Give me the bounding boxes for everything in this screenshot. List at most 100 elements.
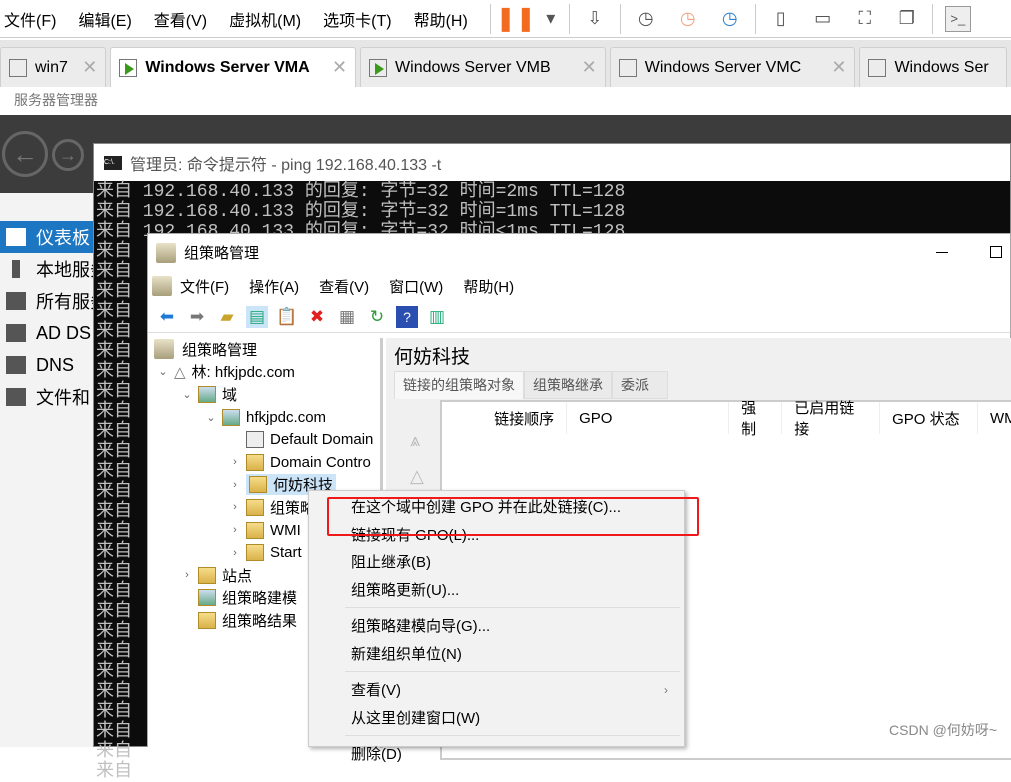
column-enforced[interactable]: 强制 (729, 400, 783, 438)
maximize-button[interactable] (990, 246, 1002, 258)
minimize-button[interactable] (936, 252, 948, 253)
tree-label: hfkjpdc.com (246, 408, 327, 426)
forward-icon[interactable]: → (52, 139, 84, 171)
back-icon[interactable]: ← (2, 131, 48, 177)
up-folder-icon[interactable]: ▰ (216, 306, 238, 328)
back-arrow-icon[interactable]: ⬅ (156, 306, 178, 328)
expanded-chevron-icon[interactable]: ⌄ (204, 411, 218, 424)
pause-icon[interactable]: ❚❚ (496, 5, 536, 32)
menu-edit[interactable]: 编辑(E) (78, 7, 131, 31)
menu-help[interactable]: 帮助(H) (414, 7, 468, 31)
menu-vm[interactable]: 虚拟机(M) (229, 7, 301, 31)
clipboard-icon[interactable]: 📋 (276, 306, 298, 328)
divider (489, 3, 491, 34)
collapsed-chevron-icon[interactable]: › (228, 501, 242, 513)
delete-icon[interactable]: ✖ (306, 306, 328, 328)
close-icon[interactable]: ✕ (332, 57, 347, 78)
close-icon[interactable]: ✕ (582, 57, 597, 78)
tree-label: Start (270, 544, 302, 562)
menu-item-block-inheritance[interactable]: 阻止继承(B) (309, 548, 684, 576)
sidebar-item-file-services[interactable]: 文件和 (0, 381, 93, 413)
tree-node-domain[interactable]: ⌄ hfkjpdc.com (148, 406, 380, 429)
tab-windows-server-vmc[interactable]: Windows Server VMC ✕ (609, 47, 856, 87)
gpm-menu-icon (152, 276, 172, 296)
send-keys-icon[interactable]: ⇩ (582, 6, 608, 32)
show-hide-tree-icon[interactable]: ▤ (246, 305, 268, 328)
sidebar-item-dns[interactable]: DNS (0, 349, 93, 381)
move-top-icon[interactable]: ⩓ (410, 430, 420, 451)
properties-icon[interactable]: ▦ (336, 306, 358, 328)
menu-item-new-window[interactable]: 从这里创建窗口(W) (309, 704, 684, 732)
unity-icon[interactable]: ❐ (894, 6, 920, 32)
details-tabs: 链接的组策略对象 组策略继承 委派 (394, 371, 1011, 399)
action-pane-icon[interactable]: ▥ (426, 306, 448, 328)
column-link-enabled[interactable]: 已启用链接 (782, 400, 881, 438)
column-link-order[interactable]: 链接顺序 (442, 402, 568, 434)
column-gpo-status[interactable]: GPO 状态 (880, 402, 978, 434)
gpm-menu-help[interactable]: 帮助(H) (463, 276, 514, 297)
sidebar-item-all-servers[interactable]: 所有服务 (0, 285, 93, 317)
refresh-icon[interactable]: ↻ (366, 306, 388, 328)
expanded-chevron-icon[interactable]: ⌄ (156, 365, 170, 378)
menu-item-modeling-wizard[interactable]: 组策略建模向导(G)... (309, 612, 684, 640)
menu-item-new-ou[interactable]: 新建组织单位(N) (309, 640, 684, 668)
domains-icon (198, 385, 216, 403)
sidebar-view-icon[interactable]: ▯ (768, 6, 794, 32)
gpm-menu-window[interactable]: 窗口(W) (389, 276, 443, 297)
gpm-menu-view[interactable]: 查看(V) (319, 276, 369, 297)
snapshot-icon[interactable]: ◷ (633, 6, 659, 32)
sidebar-item-adds[interactable]: AD DS (0, 317, 93, 349)
gpm-menu-file[interactable]: 文件(F) (180, 276, 229, 297)
gpm-toolbar: ⬅ ➡ ▰ ▤ 📋 ✖ ▦ ↻ ? ▥ (148, 301, 1010, 333)
snapshot-manager-icon[interactable]: ◷ (717, 6, 743, 32)
collapsed-chevron-icon[interactable]: › (228, 479, 242, 491)
thumbnail-view-icon[interactable]: ▭ (810, 6, 836, 32)
tab-windows-server[interactable]: Windows Ser (859, 47, 1007, 87)
tree-node-forest[interactable]: ⌄ △ 林: hfkjpdc.com (148, 361, 380, 384)
tab-label: Windows Server VMC (644, 58, 802, 76)
console-icon[interactable]: >_ (944, 5, 971, 32)
menu-item-view[interactable]: 查看(V) › (309, 676, 684, 704)
expanded-chevron-icon[interactable]: ⌄ (180, 388, 194, 401)
menu-tabs[interactable]: 选项卡(T) (323, 7, 391, 31)
tab-delegation[interactable]: 委派 (612, 371, 668, 399)
tab-linked-gpos[interactable]: 链接的组策略对象 (394, 371, 524, 399)
starter-gpo-icon (246, 544, 264, 562)
tab-win7[interactable]: win7 ✕ (0, 47, 107, 87)
sidebar-item-dashboard[interactable]: 仪表板 (0, 221, 93, 253)
dropdown-icon[interactable]: ▾ (545, 6, 557, 32)
menu-view[interactable]: 查看(V) (154, 7, 207, 31)
collapsed-chevron-icon[interactable]: › (228, 524, 242, 536)
tab-windows-server-vma[interactable]: Windows Server VMA ✕ (110, 47, 357, 87)
move-up-icon[interactable]: △ (410, 466, 424, 487)
forward-arrow-icon[interactable]: ➡ (186, 306, 208, 328)
collapsed-chevron-icon[interactable]: › (228, 456, 242, 468)
tree-node-root[interactable]: 组策略管理 (148, 338, 380, 361)
tree-node-default-domain-policy[interactable]: Default Domain (148, 428, 380, 451)
sidebar-item-local-server[interactable]: 本地服务 (0, 253, 93, 285)
cmd-title-bar: C:\. 管理员: 命令提示符 - ping 192.168.40.133 -t (94, 144, 1010, 181)
close-icon[interactable]: ✕ (831, 57, 846, 78)
help-icon[interactable]: ? (396, 305, 418, 328)
revert-snapshot-icon[interactable]: ◷ (675, 6, 701, 32)
modeling-icon (198, 589, 216, 607)
fullscreen-icon[interactable]: ⛶ (852, 6, 878, 32)
submenu-chevron-icon: › (664, 682, 668, 697)
column-wmi[interactable]: WM (978, 402, 1011, 434)
sidebar-label: DNS (36, 354, 75, 375)
menu-file[interactable]: 文件(F) (4, 7, 56, 31)
close-icon[interactable]: ✕ (82, 57, 97, 78)
tree-node-domain-controllers[interactable]: › Domain Contro (148, 451, 380, 474)
column-gpo[interactable]: GPO (567, 402, 730, 434)
menu-item-delete[interactable]: 删除(D) (309, 740, 684, 768)
tree-node-domains[interactable]: ⌄ 域 (148, 383, 380, 406)
gpm-menu-action[interactable]: 操作(A) (249, 276, 299, 297)
collapsed-chevron-icon[interactable]: › (180, 569, 194, 581)
menu-item-group-policy-update[interactable]: 组策略更新(U)... (309, 576, 684, 604)
tab-gpo-inheritance[interactable]: 组策略继承 (524, 371, 612, 399)
tab-label: Windows Server VMB (395, 58, 551, 76)
wmi-filter-icon (246, 521, 264, 539)
tab-windows-server-vmb[interactable]: Windows Server VMB ✕ (360, 47, 606, 87)
collapsed-chevron-icon[interactable]: › (228, 547, 242, 559)
tree-label: 组策略结果 (222, 612, 298, 630)
